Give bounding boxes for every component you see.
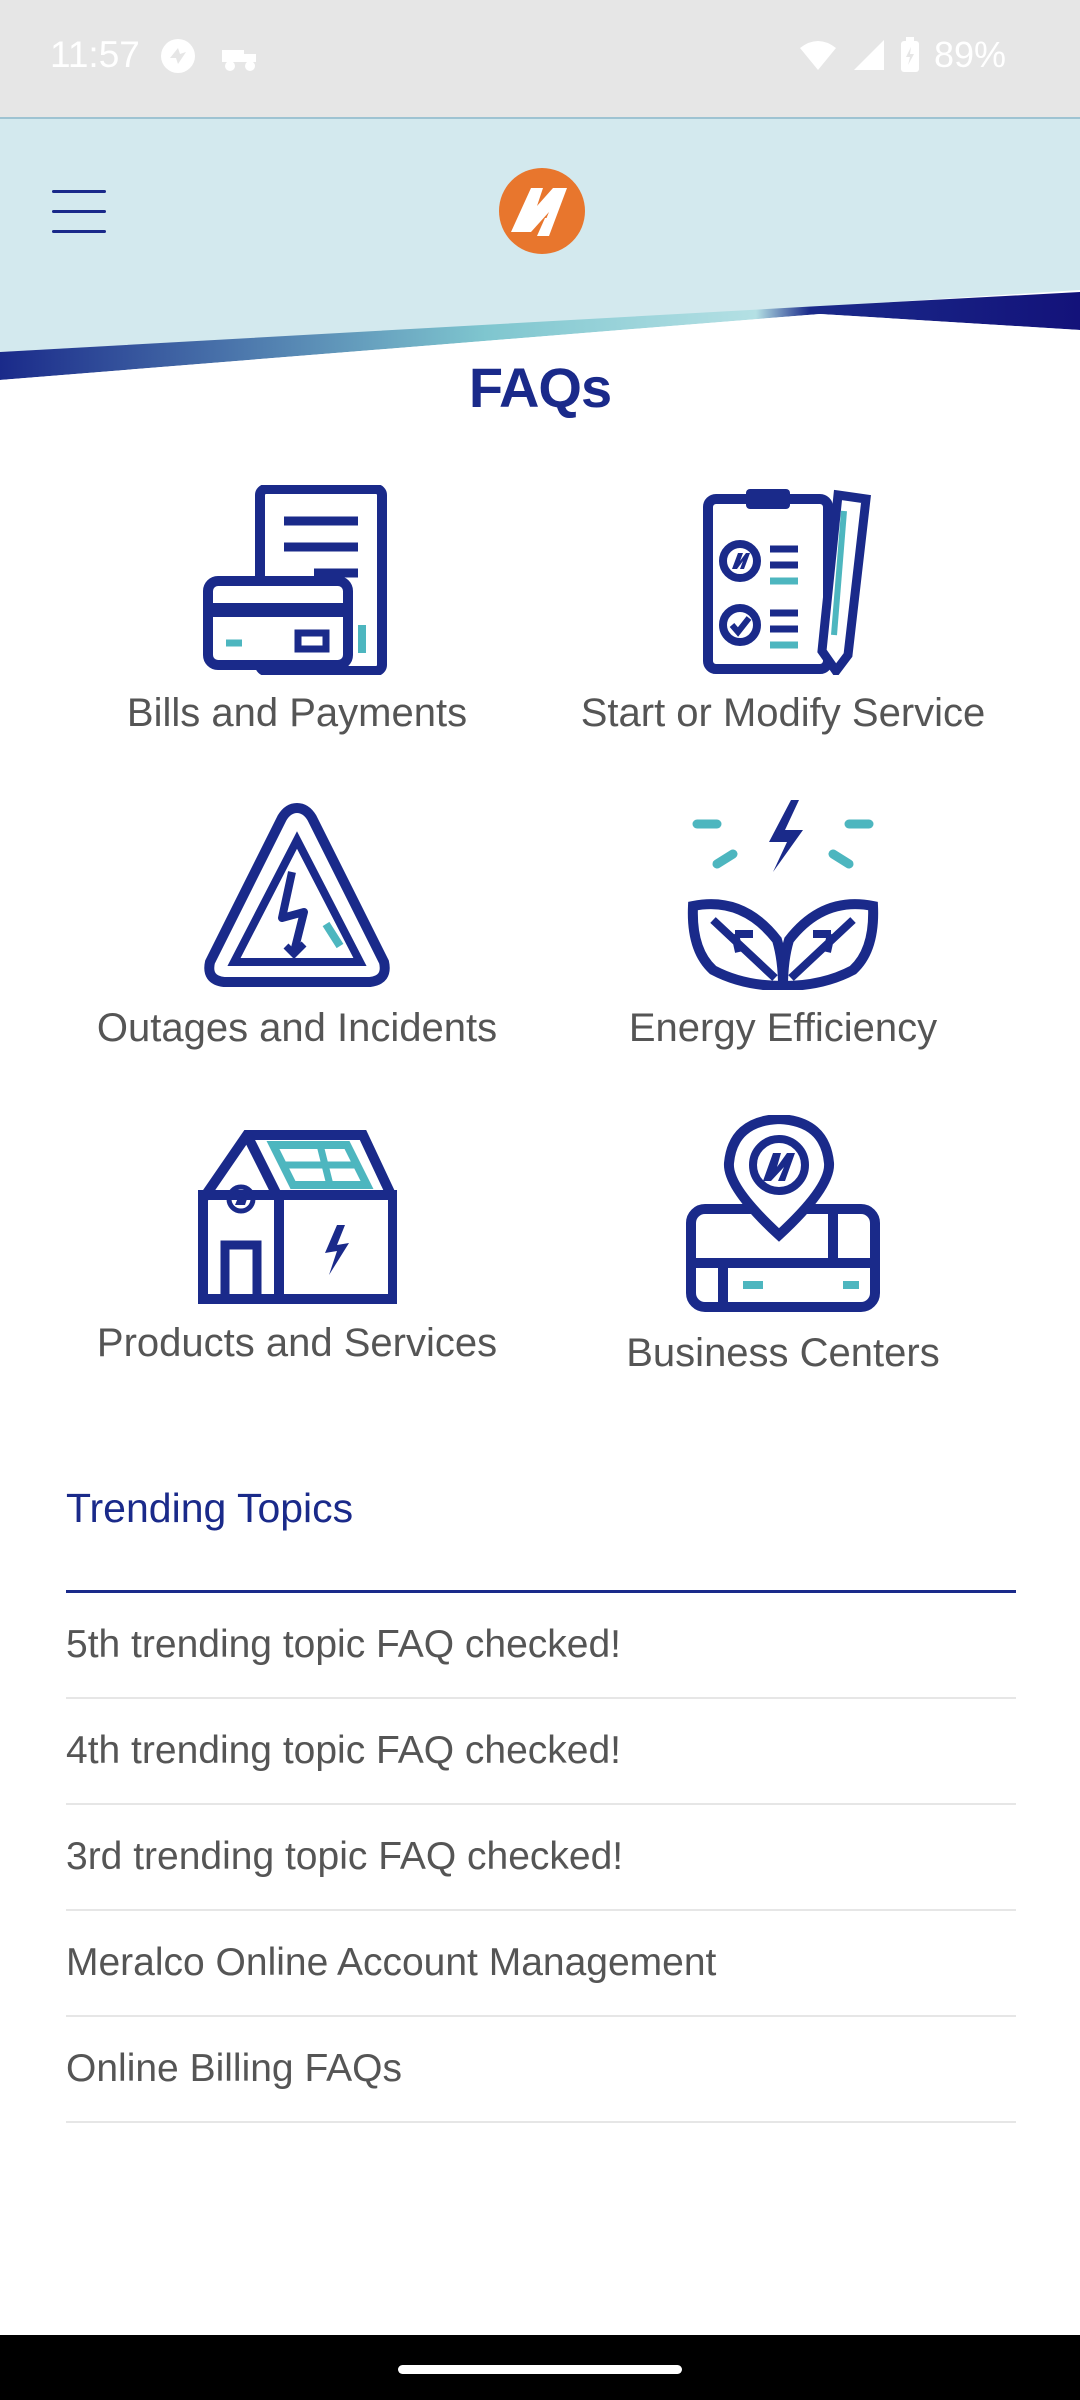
- hamburger-menu-icon[interactable]: [52, 190, 108, 234]
- category-label: Start or Modify Service: [580, 691, 986, 735]
- map-pin-icon: [686, 1115, 880, 1312]
- clipboard-pencil-icon: [703, 489, 871, 675]
- sync-icon: [161, 39, 195, 73]
- topic-label: 4th trending topic FAQ checked!: [66, 1729, 621, 1772]
- status-time: 11:57: [50, 34, 140, 75]
- status-notification-icons: [158, 36, 262, 76]
- trending-topics-list: 5th trending topic FAQ checked! 4th tren…: [66, 1593, 1016, 2123]
- signal-icon: [853, 40, 884, 70]
- topic-label: Online Billing FAQs: [66, 2047, 402, 2090]
- category-label: Business Centers: [626, 1331, 940, 1375]
- category-label: Products and Services: [96, 1321, 498, 1365]
- topic-label: 3rd trending topic FAQ checked!: [66, 1835, 624, 1878]
- category-energy-efficiency[interactable]: Energy Efficiency: [553, 800, 1013, 1051]
- category-label: Energy Efficiency: [628, 1006, 938, 1050]
- topic-label: 5th trending topic FAQ checked!: [66, 1623, 621, 1666]
- category-label: Outages and Incidents: [96, 1006, 498, 1050]
- battery-percent: 89%: [933, 34, 1006, 75]
- category-bills-payments[interactable]: Bills and Payments: [67, 485, 527, 736]
- bill-card-icon: [203, 485, 387, 675]
- category-business-centers[interactable]: Business Centers: [553, 1115, 1013, 1376]
- leaf-bolt-icon: [687, 800, 879, 990]
- delivery-icon: [222, 50, 256, 71]
- status-bar: 11:57 89%: [0, 0, 1080, 117]
- category-outages-incidents[interactable]: Outages and Incidents: [67, 800, 527, 1051]
- header-divider: [0, 117, 1080, 119]
- trending-topic-item[interactable]: 3rd trending topic FAQ checked!: [66, 1805, 1016, 1911]
- wifi-icon: [799, 41, 836, 70]
- page-title: FAQs: [468, 356, 612, 419]
- battery-icon: [900, 37, 919, 72]
- warning-bolt-icon: [204, 802, 390, 987]
- category-start-modify-service[interactable]: Start or Modify Service: [553, 485, 1013, 736]
- category-label: Bills and Payments: [126, 691, 468, 735]
- status-system-icons: 89%: [798, 34, 1006, 76]
- solar-house-icon: [198, 1130, 397, 1304]
- trending-topics-heading: Trending Topics: [66, 1485, 354, 1531]
- trending-topic-item[interactable]: Meralco Online Account Management: [66, 1911, 1016, 2017]
- meralco-logo[interactable]: [497, 166, 587, 256]
- home-gesture-handle[interactable]: [398, 2365, 682, 2374]
- trending-topic-item[interactable]: Online Billing FAQs: [66, 2017, 1016, 2123]
- trending-topic-item[interactable]: 4th trending topic FAQ checked!: [66, 1699, 1016, 1805]
- trending-topic-item[interactable]: 5th trending topic FAQ checked!: [66, 1593, 1016, 1699]
- topic-label: Meralco Online Account Management: [66, 1941, 717, 1984]
- category-products-services[interactable]: Products and Services: [67, 1115, 527, 1366]
